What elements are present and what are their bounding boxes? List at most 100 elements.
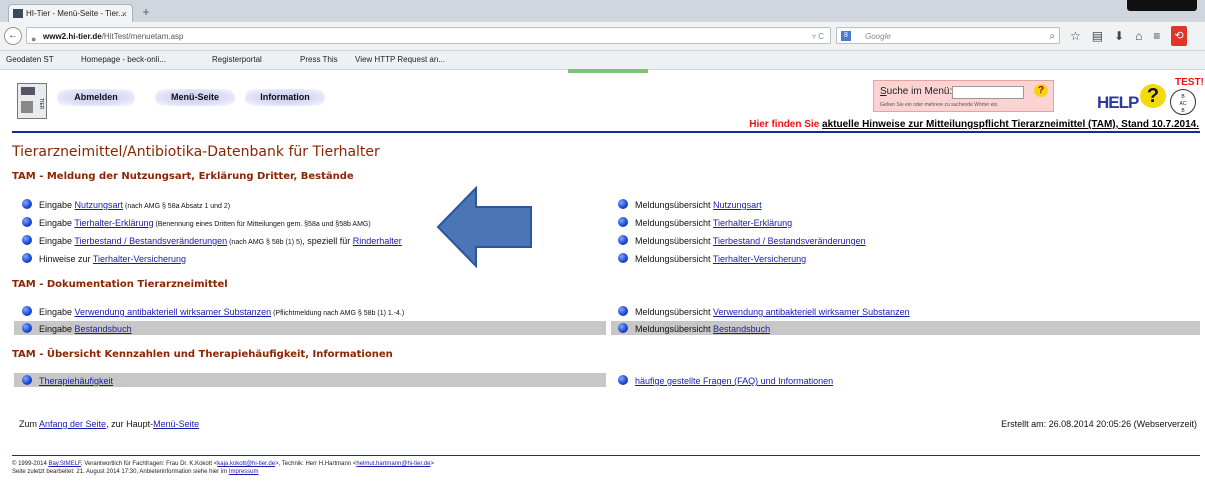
menu-search-hint: Geben Sie ein oder mehrere zu suchende W…	[880, 102, 999, 108]
home-icon[interactable]: ⌂	[1135, 26, 1142, 46]
bookmark-beck-online[interactable]: Homepage - beck-onli...	[81, 51, 166, 69]
list-item-antibakteriell: Eingabe Verwendung antibakteriell wirksa…	[22, 306, 404, 317]
link-therapiehaeufigkeit[interactable]: Therapiehäufigkeit	[39, 376, 113, 386]
list-item-therapiehaeufigkeit: Therapiehäufigkeit	[22, 375, 113, 386]
bullet-icon	[618, 375, 628, 385]
list-item-tierhalter-erklaerung: Eingabe Tierhalter-Erklärung (Benennung …	[22, 217, 371, 228]
tab-close-icon[interactable]: ×	[122, 5, 127, 23]
hi-tier-logo: TIER	[17, 83, 47, 119]
bullet-icon	[618, 235, 628, 245]
link-kokott-mail[interactable]: kaja.kokott@hi-tier.de	[217, 461, 275, 467]
bookmark-geodaten[interactable]: Geodaten ST	[6, 51, 54, 69]
bullet-icon	[22, 323, 32, 333]
search-placeholder: Google	[865, 32, 891, 41]
link-uebersicht-nutzungsart[interactable]: Nutzungsart	[713, 200, 762, 210]
bullet-icon	[618, 323, 628, 333]
link-rinderhalter[interactable]: Rinderhalter	[353, 236, 402, 246]
bullet-icon	[618, 199, 628, 209]
link-uebersicht-tierbestand[interactable]: Tierbestand / Bestandsveränderungen	[713, 236, 866, 246]
link-bestandsbuch[interactable]: Bestandsbuch	[75, 324, 132, 334]
tam-notice: Hier finden Sie aktuelle Hinweise zur Mi…	[749, 119, 1199, 130]
list-item-uebersicht-nutzungsart: Meldungsübersicht Nutzungsart	[618, 199, 762, 210]
footer-line-2: Seite zuletzt bearbeitet: 21. August 201…	[12, 469, 259, 475]
bullet-icon	[22, 306, 32, 316]
browser-tab-bar: HI-Tier - Menü-Seite - Tier... × +	[0, 0, 1205, 22]
link-menue-seite[interactable]: Menü-Seite	[153, 419, 199, 429]
green-indicator	[568, 69, 648, 73]
bullet-icon	[618, 253, 628, 263]
window-controls[interactable]	[1127, 0, 1197, 11]
bullet-icon	[22, 235, 32, 245]
link-anfang-der-seite[interactable]: Anfang der Seite	[39, 419, 106, 429]
url-path: /HitTest/menuetam.asp	[101, 32, 184, 41]
menu-search-label: Suche im Menü:	[880, 86, 953, 97]
seal-icon: B AC B	[1170, 89, 1196, 115]
menu-search-input[interactable]	[952, 86, 1024, 99]
page-title: Tierarzneimittel/Antibiotika-Datenbank f…	[12, 144, 380, 160]
link-tierhalter-erklaerung[interactable]: Tierhalter-Erklärung	[74, 218, 153, 228]
new-tab-button[interactable]: +	[136, 5, 156, 20]
addon-icon[interactable]: ⟲	[1171, 26, 1187, 46]
list-item-nutzungsart: Eingabe Nutzungsart (nach AMG § 58a Absa…	[22, 199, 230, 210]
list-item-faq: häufige gestellte Fragen (FAQ) und Infor…	[618, 375, 833, 386]
list-item-bestandsbuch: Eingabe Bestandsbuch	[22, 323, 132, 334]
section-heading-dokumentation: TAM - Dokumentation Tierarzneimittel	[12, 279, 228, 290]
tab-favicon-icon	[13, 9, 23, 18]
reading-list-icon[interactable]: ▤	[1092, 26, 1103, 46]
link-impressum[interactable]: Impressum	[229, 469, 259, 475]
back-arrow-icon[interactable]: ←	[4, 27, 22, 45]
list-item-uebersicht-antibakteriell: Meldungsübersicht Verwendung antibakteri…	[618, 306, 910, 317]
test-badge: TEST!	[1175, 77, 1204, 88]
url-domain: www2.hi-tier.de	[43, 32, 102, 41]
menu-icon[interactable]: ≡	[1153, 26, 1160, 46]
link-faq[interactable]: häufige gestellte Fragen (FAQ) und Infor…	[635, 376, 833, 386]
list-item-uebersicht-versicherung: Meldungsübersicht Tierhalter-Versicherun…	[618, 253, 806, 264]
link-tierhalter-versicherung[interactable]: Tierhalter-Versicherung	[93, 254, 186, 264]
browser-nav-bar: ← ● www2.hi-tier.de/HitTest/menuetam.asp…	[0, 22, 1205, 51]
bookmarks-bar: Geodaten ST Homepage - beck-onli... Regi…	[0, 51, 1205, 70]
link-stmelf[interactable]: Bay.StMELF	[48, 461, 81, 467]
page-nav-line: Zum Anfang der Seite, zur Haupt-Menü-Sei…	[19, 419, 200, 429]
url-bar[interactable]: ● www2.hi-tier.de/HitTest/menuetam.asp ▿…	[26, 27, 831, 44]
bookmark-view-http[interactable]: View HTTP Request an...	[355, 51, 445, 69]
link-uebersicht-antibakteriell[interactable]: Verwendung antibakteriell wirksamer Subs…	[713, 307, 910, 317]
logout-button[interactable]: Abmelden	[57, 89, 135, 106]
information-button[interactable]: Information	[245, 89, 325, 106]
browser-tab[interactable]: HI-Tier - Menü-Seite - Tier... ×	[8, 4, 133, 22]
link-uebersicht-versicherung[interactable]: Tierhalter-Versicherung	[713, 254, 806, 264]
list-item-uebersicht-tierbestand: Meldungsübersicht Tierbestand / Bestands…	[618, 235, 866, 246]
help-question-icon[interactable]: ?	[1140, 84, 1166, 108]
bullet-icon	[22, 217, 32, 227]
link-uebersicht-bestandsbuch[interactable]: Bestandsbuch	[713, 324, 770, 334]
list-item-versicherung: Hinweise zur Tierhalter-Versicherung	[22, 253, 186, 264]
created-timestamp: Erstellt am: 26.08.2014 20:05:26 (Webser…	[1001, 419, 1197, 429]
link-tierbestand[interactable]: Tierbestand / Bestandsveränderungen	[74, 236, 227, 246]
google-icon: 8	[841, 31, 851, 41]
bullet-icon	[22, 199, 32, 209]
bullet-icon	[22, 253, 32, 263]
footer-line-1: © 1999-2014 Bay.StMELF, Verantwortlich f…	[12, 461, 434, 467]
list-item-uebersicht-erklaerung: Meldungsübersicht Tierhalter-Erklärung	[618, 217, 792, 228]
bullet-icon	[618, 306, 628, 316]
help-text[interactable]: HELP	[1097, 93, 1139, 113]
bookmark-press-this[interactable]: Press This	[300, 51, 338, 69]
globe-icon: ●	[31, 34, 37, 44]
browser-search-input[interactable]: 8 Google ⌕	[836, 27, 1060, 44]
link-antibakteriell[interactable]: Verwendung antibakteriell wirksamer Subs…	[75, 307, 272, 317]
link-hartmann-mail[interactable]: helmut.hartmann@hi-tier.de	[356, 461, 430, 467]
tam-notice-link[interactable]: aktuelle Hinweise zur Mitteilungspflicht…	[822, 119, 1199, 130]
header-divider	[12, 131, 1200, 133]
tab-title: HI-Tier - Menü-Seite - Tier...	[26, 9, 125, 18]
menu-page-button[interactable]: Menü-Seite	[155, 89, 235, 106]
download-icon[interactable]: ⬇	[1114, 26, 1124, 46]
section-heading-uebersicht: TAM - Übersicht Kennzahlen und Therapieh…	[12, 349, 393, 360]
reload-icon[interactable]: ▿ C	[812, 28, 824, 45]
section-heading-meldung: TAM - Meldung der Nutzungsart, Erklärung…	[12, 171, 354, 182]
link-uebersicht-erklaerung[interactable]: Tierhalter-Erklärung	[713, 218, 792, 228]
bookmark-star-icon[interactable]: ☆	[1070, 26, 1081, 46]
menu-search-box: Suche im Menü: ? Geben Sie ein oder mehr…	[873, 80, 1054, 112]
link-nutzungsart[interactable]: Nutzungsart	[75, 200, 124, 210]
search-help-icon[interactable]: ?	[1034, 84, 1048, 97]
bookmark-registerportal[interactable]: Registerportal	[212, 51, 262, 69]
search-icon[interactable]: ⌕	[1049, 28, 1055, 45]
